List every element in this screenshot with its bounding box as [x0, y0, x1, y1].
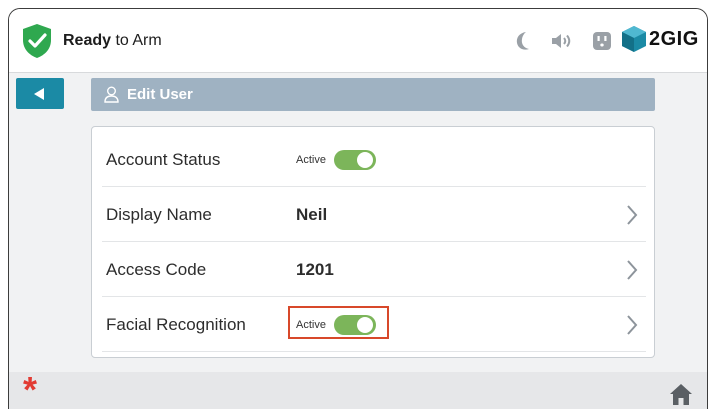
back-arrow-icon [34, 88, 44, 100]
display-name-value: Neil [296, 205, 328, 224]
account-status-row: Account Status Active [102, 133, 646, 187]
access-code-value: 1201 [296, 260, 334, 279]
facial-recognition-label: Facial Recognition [106, 315, 246, 334]
facial-recognition-toggle-group[interactable]: Active [296, 315, 376, 335]
arm-status-bold: Ready [63, 32, 112, 49]
chevron-right-icon[interactable] [626, 204, 638, 226]
account-status-toggle[interactable] [333, 150, 376, 170]
page-header: Edit User [91, 78, 655, 111]
account-status-toggle-label: Active [296, 154, 326, 166]
toggle-knob [356, 152, 373, 168]
status-bar: Ready to Arm 2GIG [9, 9, 707, 73]
facial-recognition-row[interactable]: Facial Recognition Active [102, 298, 646, 352]
home-icon[interactable] [669, 383, 693, 405]
facial-recognition-toggle[interactable] [333, 315, 376, 335]
facial-recognition-toggle-label: Active [296, 319, 326, 331]
moon-icon[interactable] [514, 31, 532, 51]
account-status-label: Account Status [106, 150, 221, 169]
display-name-row[interactable]: Display Name Neil [102, 188, 646, 242]
cube-logo-icon [622, 26, 646, 52]
account-status-toggle-group[interactable]: Active [296, 150, 376, 170]
panel-screen: Ready to Arm 2GIG Edit User Account Stat… [8, 8, 708, 409]
speaker-icon[interactable] [550, 31, 574, 51]
outlet-icon[interactable] [592, 31, 612, 51]
user-settings-list: Account Status Active Display Name Neil … [91, 126, 655, 358]
arm-status[interactable]: Ready to Arm [63, 32, 162, 50]
user-icon [104, 86, 119, 103]
brand-name: 2GIG [649, 27, 699, 50]
display-name-label: Display Name [106, 205, 212, 224]
chevron-right-icon[interactable] [626, 314, 638, 336]
bottom-bar: * [9, 372, 707, 409]
brand-logo: 2GIG [621, 25, 699, 53]
back-button[interactable] [16, 78, 64, 109]
access-code-row[interactable]: Access Code 1201 [102, 243, 646, 297]
access-code-label: Access Code [106, 260, 207, 279]
page-title: Edit User [127, 86, 193, 103]
emergency-asterisk-icon[interactable]: * [23, 372, 37, 408]
shield-check-icon [23, 24, 51, 58]
toggle-knob [356, 317, 373, 333]
chevron-right-icon[interactable] [626, 259, 638, 281]
arm-status-rest: to Arm [111, 32, 162, 49]
